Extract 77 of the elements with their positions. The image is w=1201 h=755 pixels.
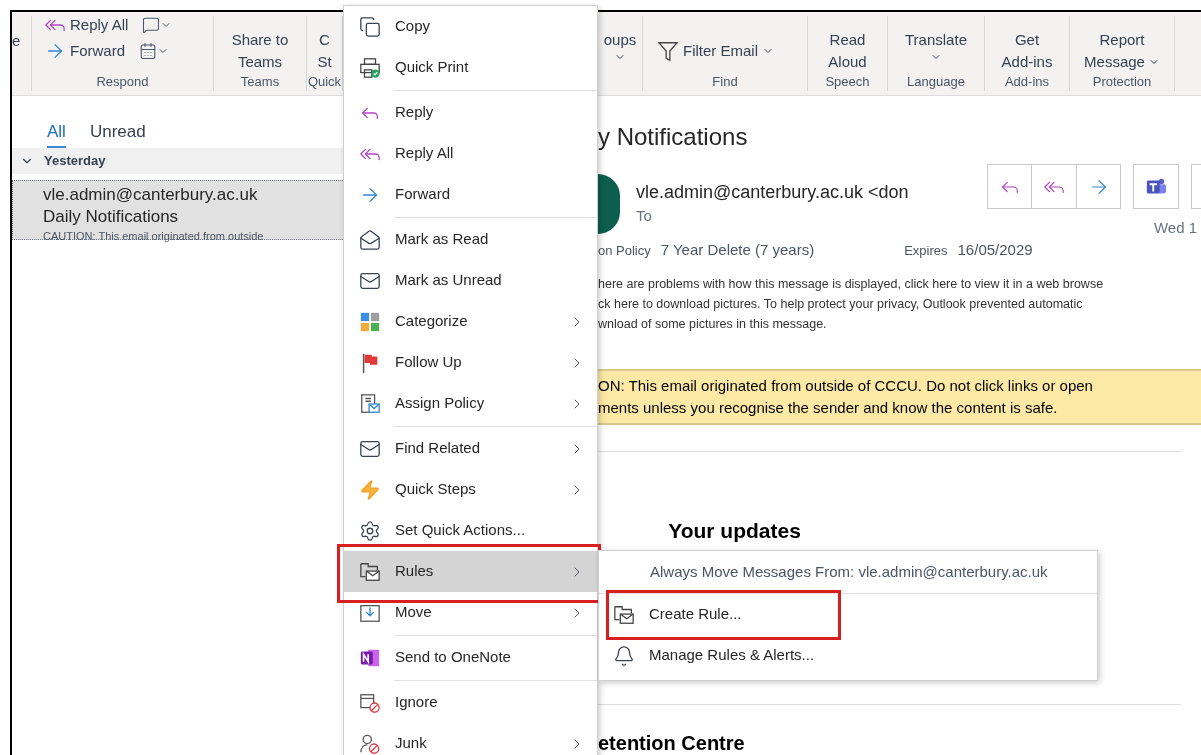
menu-item[interactable]: Copy — [344, 6, 597, 47]
ribbon-group-label: Respond — [95, 73, 150, 91]
copy-icon — [358, 15, 381, 38]
bell-icon — [613, 644, 635, 667]
settings-icon — [358, 519, 381, 542]
section-heading: Your updates — [668, 517, 801, 544]
blocked-person-icon — [358, 732, 381, 755]
mail-item[interactable]: vle.admin@canterbury.ac.uk Daily Notifications CAUTION: This email originated from outside — [12, 180, 345, 240]
sender-address: vle.admin@canterbury.ac.uk <don — [636, 181, 909, 204]
categorize-icon — [358, 310, 381, 333]
filter-tab[interactable]: Unread — [89, 118, 146, 148]
ignore-icon — [358, 691, 381, 714]
ribbon-button[interactable]: Filter Email — [657, 40, 774, 63]
caution-text-line: ments unless you recognise the sender and know the content is safe. — [598, 397, 1059, 418]
menu-item[interactable]: Reply All — [344, 133, 597, 174]
menu-item[interactable]: Assign Policy — [344, 383, 597, 424]
ribbon-button[interactable]: e — [12, 32, 21, 49]
menu-item[interactable]: Follow Up — [344, 342, 597, 383]
funnel-icon — [657, 40, 679, 63]
ribbon-button[interactable]: oups — [603, 29, 637, 73]
info-text-line[interactable]: ck here to download pictures. To help protect your privacy, Outlook prevented automatic — [598, 293, 1201, 314]
menu-item[interactable]: Quick Steps — [344, 469, 597, 510]
menu-item[interactable]: Send to OneNote — [344, 637, 597, 678]
policy-icon — [358, 392, 381, 415]
printer-icon — [358, 56, 381, 79]
rules-icon — [613, 603, 635, 626]
chat-icon[interactable] — [142, 16, 173, 34]
menu-item[interactable]: Mark as Read — [344, 219, 597, 260]
expires-label: Expires — [904, 242, 948, 260]
ribbon-button[interactable]: Forward — [44, 40, 125, 62]
ribbon-group-label: Protection — [1091, 73, 1153, 91]
ribbon-button[interactable]: Read Aloud — [828, 29, 867, 73]
menu-item[interactable]: Rules — [344, 551, 597, 592]
ribbon-button[interactable]: C St — [317, 29, 332, 73]
menu-item[interactable]: Mark as Unread — [344, 260, 597, 301]
ribbon-button[interactable]: Reply All — [44, 16, 129, 36]
ribbon-button[interactable]: Get Add-ins — [1001, 29, 1053, 73]
mail-subject: Daily Notifications — [43, 206, 180, 228]
menu-item[interactable]: Reply — [344, 92, 597, 133]
rules-icon — [358, 560, 381, 583]
mail-sender: vle.admin@canterbury.ac.uk — [43, 184, 259, 206]
menu-item[interactable]: Categorize — [344, 301, 597, 342]
teams-button[interactable] — [1133, 164, 1179, 209]
meeting-icon[interactable] — [139, 42, 169, 60]
info-text-line[interactable]: here are problems with how this message is displayed, click here to view it in a web browse — [598, 273, 1201, 294]
menu-item[interactable]: Move — [344, 592, 597, 633]
ribbon-group-label: Find — [711, 73, 739, 91]
ribbon-button[interactable]: Share to Teams — [231, 29, 289, 73]
message-date: Wed 1 — [1153, 218, 1197, 238]
section-heading: etention Centre — [598, 731, 746, 755]
open-envelope-icon — [358, 228, 381, 251]
ribbon-group-label: Add-ins — [1003, 73, 1051, 91]
lightning-icon — [358, 478, 381, 501]
date-group-header[interactable]: Yesterday — [12, 148, 345, 174]
ribbon-button[interactable]: Translate — [905, 29, 967, 73]
expires-date: 16/05/2029 — [957, 240, 1033, 260]
policy-value: 7 Year Delete (7 years) — [660, 240, 815, 260]
menu-item[interactable]: Create Rule... — [599, 594, 1097, 635]
menu-item[interactable]: Ignore — [344, 682, 597, 723]
policy-label: on Policy — [598, 242, 651, 260]
ribbon-group-label: Speech — [824, 73, 871, 91]
message-subject: y Notifications — [598, 122, 749, 152]
menu-item[interactable]: Forward — [344, 174, 597, 215]
menu-item[interactable]: Quick Print — [344, 47, 597, 88]
to-label: To — [636, 206, 653, 226]
ribbon-group-label: Quick — [307, 73, 342, 91]
avatar — [598, 174, 620, 234]
menu-item[interactable]: Manage Rules & Alerts... — [599, 635, 1097, 676]
ribbon-button[interactable]: Report Message — [1084, 29, 1160, 73]
ribbon-group-label: Teams — [239, 73, 281, 91]
menu-item[interactable]: Junk — [344, 723, 597, 755]
info-text-line[interactable]: wnload of some pictures in this message. — [598, 313, 1201, 334]
ribbon-group-label: Language — [906, 73, 966, 91]
caution-text-line: ON: This email originated from outside of CCCU. Do not click links or open — [598, 375, 1094, 396]
submenu-header: Always Move Messages From: vle.admin@canterbury.ac.uk — [649, 561, 1049, 582]
menu-item[interactable]: Set Quick Actions... — [344, 510, 597, 551]
menu-item[interactable]: Find Related — [344, 428, 597, 469]
